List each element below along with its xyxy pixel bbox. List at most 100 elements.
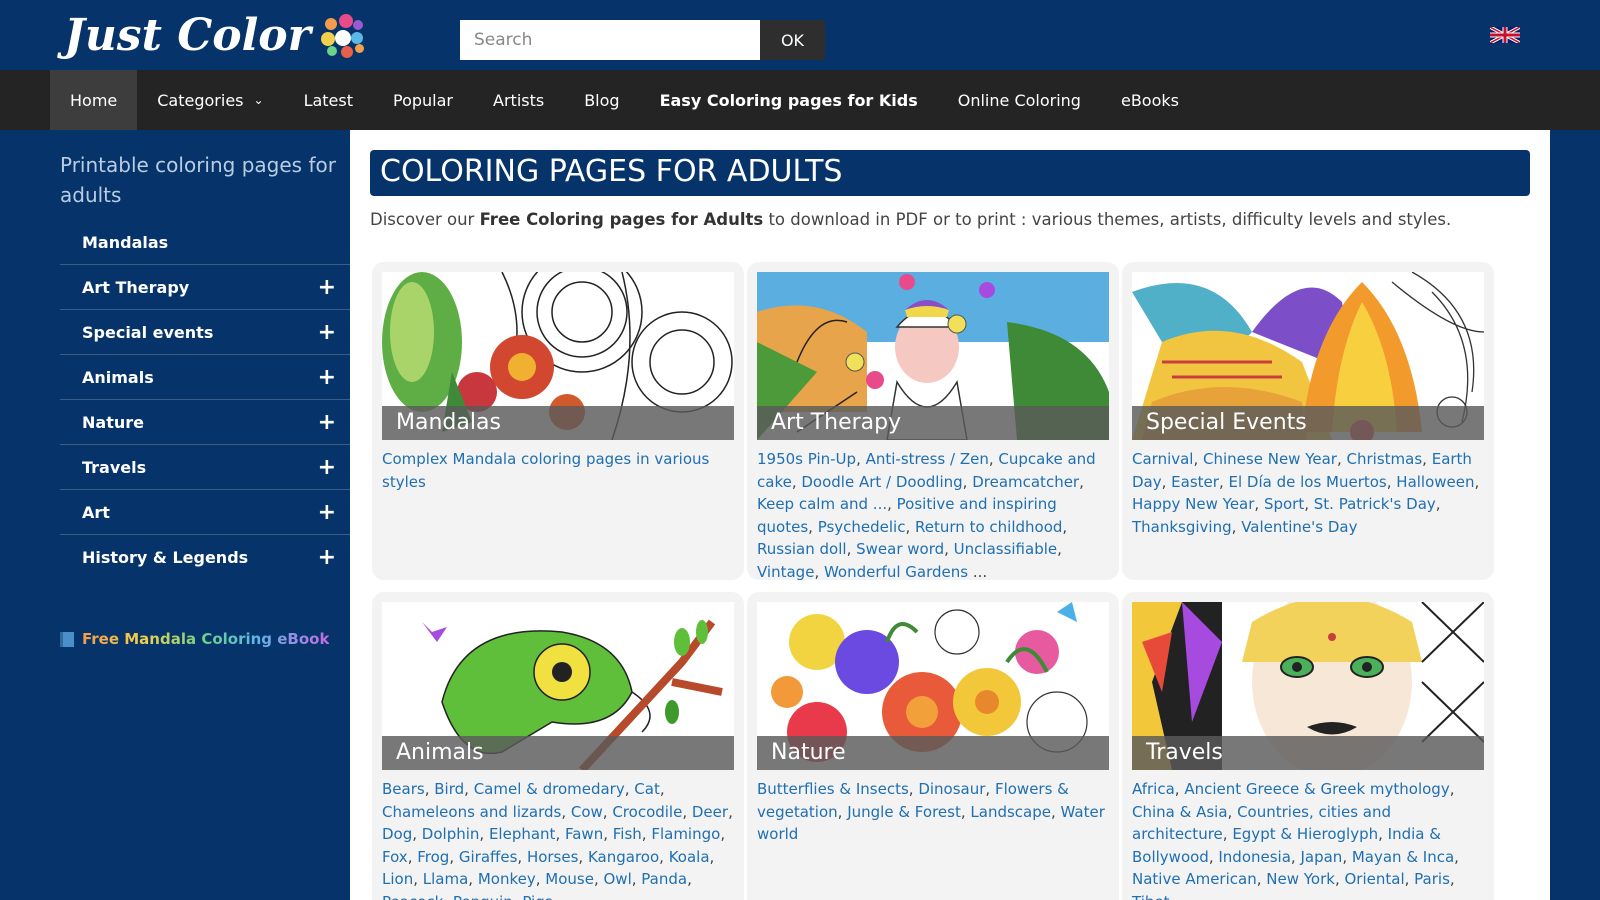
category-thumbnail[interactable]: Nature [757,602,1109,770]
category-link[interactable]: Sport [1264,495,1304,513]
category-link[interactable]: Return to childhood [915,518,1062,536]
category-link[interactable]: Giraffes [459,848,518,866]
category-link[interactable]: Chameleons and lizards [382,803,561,821]
category-link[interactable]: Easter [1171,473,1219,491]
category-link[interactable]: Ancient Greece & Greek mythology [1184,780,1449,798]
category-link[interactable]: Lion [382,870,413,888]
category-link[interactable]: Indonesia [1218,848,1291,866]
category-link[interactable]: Bird [434,780,464,798]
category-link[interactable]: Halloween [1396,473,1474,491]
category-link[interactable]: Tibet [1132,893,1170,900]
nav-latest[interactable]: Latest [284,70,373,130]
category-link[interactable]: Mouse [545,870,594,888]
category-link[interactable]: Owl [604,870,632,888]
category-link[interactable]: Peacock [382,893,443,900]
search-input[interactable] [460,20,760,60]
category-link[interactable]: Jungle & Forest [847,803,961,821]
category-link[interactable]: New York [1266,870,1335,888]
category-link[interactable]: Koala [669,848,710,866]
category-link[interactable]: Cow [571,803,603,821]
expand-plus-icon[interactable]: + [318,275,336,300]
category-link[interactable]: Complex Mandala coloring pages in variou… [382,450,709,491]
category-link[interactable]: Psychedelic [818,518,906,536]
sidebar-item-special-events[interactable]: Special events + [60,310,350,355]
site-logo[interactable]: Just Color [64,10,367,62]
category-link[interactable]: Dreamcatcher [972,473,1079,491]
nav-home[interactable]: Home [50,70,138,130]
category-thumbnail[interactable]: Travels [1132,602,1484,770]
category-link[interactable]: Landscape [970,803,1051,821]
category-link[interactable]: Valentine's Day [1241,518,1357,536]
category-link[interactable]: Egypt & Hieroglyph [1232,825,1378,843]
category-link[interactable]: Deer [692,803,728,821]
category-link[interactable]: Chinese New Year [1203,450,1337,468]
category-link[interactable]: Fish [613,825,642,843]
sidebar-item-travels[interactable]: Travels + [60,445,350,490]
category-link[interactable]: Pigs [522,893,552,900]
category-link[interactable]: Elephant [489,825,555,843]
sidebar-item-mandalas[interactable]: Mandalas [60,220,350,265]
category-link[interactable]: Mayan & Inca [1352,848,1454,866]
category-link[interactable]: Native American [1132,870,1257,888]
category-link[interactable]: Unclassifiable [954,540,1057,558]
category-link[interactable]: Fawn [565,825,603,843]
sidebar-item-history-legends[interactable]: History & Legends + [60,535,350,580]
category-link[interactable]: Japan [1300,848,1342,866]
category-link[interactable]: Dog [382,825,412,843]
uk-flag-icon[interactable] [1490,27,1520,43]
category-link[interactable]: Crocodile [612,803,682,821]
expand-plus-icon[interactable]: + [318,365,336,390]
category-link[interactable]: Christmas [1347,450,1423,468]
category-link[interactable]: Russian doll [757,540,847,558]
category-link[interactable]: Wonderful Gardens [824,563,968,581]
category-link[interactable]: Keep calm and ... [757,495,887,513]
category-link[interactable]: China & Asia [1132,803,1228,821]
nav-ebooks[interactable]: eBooks [1101,70,1199,130]
category-link[interactable]: Monkey [478,870,536,888]
category-link[interactable]: Dinosaur [918,780,985,798]
category-link[interactable]: Happy New Year [1132,495,1254,513]
sidebar-title[interactable]: Printable coloring pages for adults [60,150,345,210]
category-link[interactable]: Camel & dromedary [474,780,625,798]
category-link[interactable]: 1950s Pin-Up [757,450,856,468]
category-link[interactable]: Bears [382,780,425,798]
category-link[interactable]: Butterflies & Insects [757,780,909,798]
category-link[interactable]: Cat [634,780,660,798]
expand-plus-icon[interactable]: + [318,455,336,480]
ebook-link[interactable]: Free Mandala Coloring eBook [60,630,329,648]
search-ok-button[interactable]: OK [760,20,825,60]
category-link[interactable]: Panda [641,870,687,888]
nav-artists[interactable]: Artists [473,70,564,130]
category-link[interactable]: Llama [423,870,469,888]
category-link[interactable]: El Día de los Muertos [1228,473,1386,491]
sidebar-item-animals[interactable]: Animals + [60,355,350,400]
expand-plus-icon[interactable]: + [318,320,336,345]
category-link[interactable]: Horses [527,848,578,866]
category-thumbnail[interactable]: Animals [382,602,734,770]
nav-popular[interactable]: Popular [373,70,473,130]
expand-plus-icon[interactable]: + [318,545,336,570]
category-link[interactable]: Kangaroo [588,848,659,866]
category-link[interactable]: Dolphin [422,825,480,843]
category-link[interactable]: Anti-stress / Zen [866,450,989,468]
nav-online-coloring[interactable]: Online Coloring [938,70,1101,130]
category-thumbnail[interactable]: Mandalas [382,272,734,440]
category-link[interactable]: Thanksgiving [1132,518,1232,536]
category-link[interactable]: Flamingo [651,825,720,843]
sidebar-item-art-therapy[interactable]: Art Therapy + [60,265,350,310]
category-link[interactable]: Oriental [1345,870,1405,888]
category-link[interactable]: Africa [1132,780,1175,798]
category-thumbnail[interactable]: Art Therapy [757,272,1109,440]
sidebar-item-art[interactable]: Art + [60,490,350,535]
category-link[interactable]: Carnival [1132,450,1193,468]
nav-kids[interactable]: Easy Coloring pages for Kids [640,70,938,130]
category-link[interactable]: Penguin [453,893,513,900]
category-link[interactable]: St. Patrick's Day [1314,495,1436,513]
category-link[interactable]: Fox [382,848,408,866]
category-link[interactable]: Swear word [856,540,944,558]
nav-blog[interactable]: Blog [564,70,639,130]
nav-categories[interactable]: Categories ⌄ [137,70,283,130]
category-thumbnail[interactable]: Special Events [1132,272,1484,440]
expand-plus-icon[interactable]: + [318,410,336,435]
expand-plus-icon[interactable]: + [318,500,336,525]
